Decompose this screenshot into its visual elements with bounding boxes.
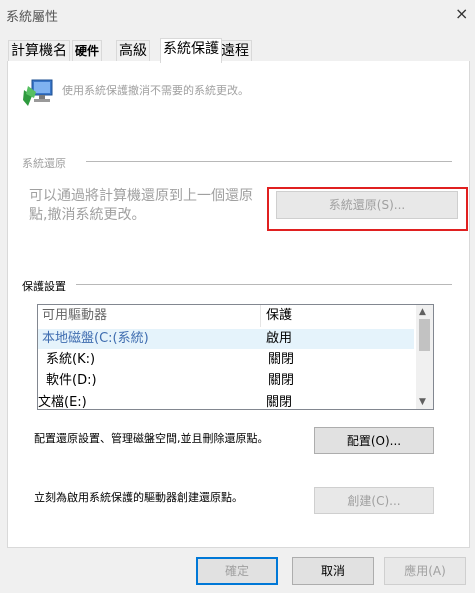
protection-section-title: 保護設置 <box>22 280 66 293</box>
drive-status: 啟用 <box>266 331 293 346</box>
configure-text: 配置還原設置、管理磁盤空間,並且刪除還原點。 <box>34 432 269 445</box>
drive-status: 關閉 <box>266 395 293 410</box>
ok-button[interactable]: 確定 <box>196 557 278 585</box>
drive-status: 關閉 <box>268 352 295 367</box>
cancel-button[interactable]: 取消 <box>292 557 374 585</box>
tab-remote[interactable]: 遠程 <box>218 40 252 62</box>
restore-section-title: 系統還原 <box>22 157 66 170</box>
protection-section-divider <box>76 284 452 285</box>
drive-name: 文檔(E:) <box>38 395 87 410</box>
tab-system-protection[interactable]: 系統保護 <box>160 38 222 63</box>
close-icon[interactable]: × <box>455 4 468 23</box>
configure-button[interactable]: 配置(O)... <box>314 427 434 454</box>
scroll-thumb[interactable] <box>419 319 430 351</box>
intro-text: 使用系統保護撤消不需要的系統更改。 <box>62 84 249 97</box>
scroll-up-icon[interactable]: ▲ <box>419 307 426 317</box>
window-title: 系統屬性 <box>6 10 59 25</box>
tab-advanced[interactable]: 高級 <box>116 40 150 62</box>
restore-section-divider <box>86 161 452 162</box>
tab-computer-name[interactable]: 計算機名 <box>8 40 70 62</box>
drive-name: 本地磁盤(C:(系統) <box>42 331 149 346</box>
drive-list[interactable]: 可用驅動器 保護 本地磁盤(C:(系統) 啟用 系統(K:) 關閉 軟件(D:)… <box>37 304 434 410</box>
restore-description: 可以通過將計算機還原到上一個還原點,撤消系統更改。 <box>29 188 253 223</box>
system-protection-icon <box>22 78 56 110</box>
drive-list-scrollbar[interactable]: ▲ ▼ <box>416 305 433 409</box>
create-button[interactable]: 創建(C)... <box>314 487 434 514</box>
column-header-drive[interactable]: 可用驅動器 <box>42 306 107 326</box>
scroll-down-icon[interactable]: ▼ <box>419 397 426 407</box>
create-text: 立刻為啟用系統保護的驅動器創建還原點。 <box>34 491 243 504</box>
column-header-protection[interactable]: 保護 <box>266 306 292 326</box>
column-divider <box>260 305 261 327</box>
drive-status: 關閉 <box>268 373 295 388</box>
tab-hardware[interactable]: 硬件 <box>72 40 103 62</box>
apply-button[interactable]: 應用(A) <box>384 557 466 585</box>
system-restore-button[interactable]: 系統還原(S)... <box>276 191 458 219</box>
drive-name: 系統(K:) <box>46 352 96 367</box>
drive-name: 軟件(D:) <box>46 373 97 388</box>
